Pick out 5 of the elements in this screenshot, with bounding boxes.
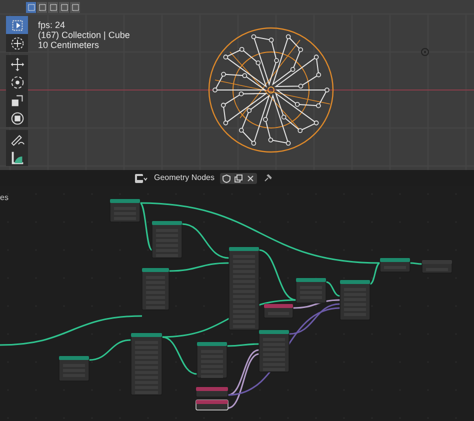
overlay-text: 10 Centimeters (38, 40, 100, 50)
editor-title: Geometry Nodes (154, 172, 214, 184)
side-label: es (0, 192, 8, 204)
overlay-text: (167) Collection | Cube (38, 30, 130, 40)
overlay-text: fps: 24 (38, 20, 66, 30)
